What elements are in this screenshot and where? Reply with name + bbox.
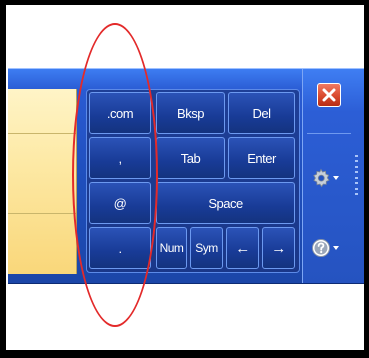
chevron-down-icon [333,176,339,180]
drag-grip-handle[interactable] [355,155,359,195]
key-backspace[interactable]: Bksp [156,92,225,134]
key-comma[interactable]: , [89,137,151,179]
input-area-divider [8,213,76,214]
key-enter[interactable]: Enter [228,137,295,179]
chevron-down-icon [333,246,339,250]
help-icon [312,239,330,257]
gear-icon [313,168,330,188]
key-space[interactable]: Space [156,182,295,224]
touch-keyboard-panel: .com , @ . Bksp Del Tab Enter Space Num … [8,68,364,284]
side-divider [307,133,351,134]
input-area-divider [8,133,76,134]
key-num[interactable]: Num [156,227,187,269]
text-input-area[interactable] [8,89,77,274]
help-menu-button[interactable] [311,235,345,261]
key-left-arrow[interactable]: ← [226,227,259,269]
close-button[interactable] [317,83,341,107]
key-dotcom[interactable]: .com [89,92,151,134]
settings-menu-button[interactable] [311,165,345,191]
key-sym[interactable]: Sym [190,227,223,269]
key-tab[interactable]: Tab [156,137,225,179]
keyboard-side-controls [302,69,364,283]
keyboard-key-grid: .com , @ . Bksp Del Tab Enter Space Num … [86,89,300,273]
key-delete[interactable]: Del [228,92,295,134]
key-period[interactable]: . [89,227,151,269]
key-at[interactable]: @ [89,182,151,224]
close-icon [322,88,336,102]
screenshot-frame: .com , @ . Bksp Del Tab Enter Space Num … [0,0,369,358]
key-right-arrow[interactable]: → [262,227,295,269]
